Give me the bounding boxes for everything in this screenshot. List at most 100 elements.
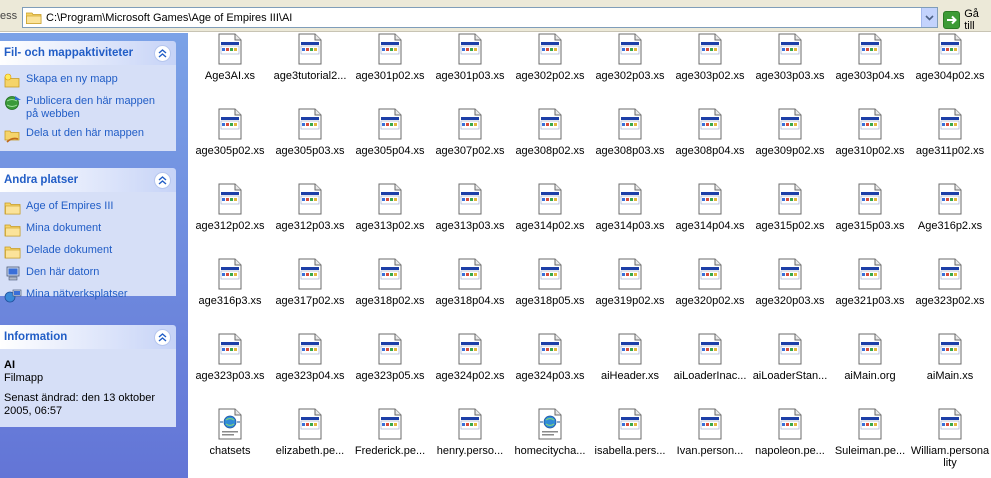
file-name: age323p04.xs [275, 370, 345, 382]
file-item[interactable]: age318p05.xs [510, 258, 590, 330]
file-item[interactable]: age304p02.xs [910, 33, 990, 105]
file-item[interactable]: age311p02.xs [910, 108, 990, 180]
file-item[interactable]: age313p02.xs [350, 183, 430, 255]
collapse-icon[interactable] [154, 328, 171, 346]
address-input[interactable]: C:\Program\Microsoft Games\Age of Empire… [22, 7, 938, 28]
task-publish-web[interactable]: Publicera den här mappen på webben [4, 95, 170, 121]
place-den-har-datorn[interactable]: Den här datorn [4, 266, 170, 282]
file-item[interactable]: Ivan.person... [670, 408, 750, 478]
file-item[interactable]: chatsets [190, 408, 270, 478]
xs-file-icon [854, 183, 886, 215]
file-item[interactable]: Age316p2.xs [910, 183, 990, 255]
file-item[interactable]: age315p02.xs [750, 183, 830, 255]
file-item[interactable]: age308p04.xs [670, 108, 750, 180]
xs-file-icon [614, 33, 646, 65]
folder-icon [4, 222, 22, 238]
file-item[interactable]: age303p02.xs [670, 33, 750, 105]
xs-file-icon [614, 183, 646, 215]
file-item[interactable]: age309p02.xs [750, 108, 830, 180]
file-item[interactable]: homecitycha... [510, 408, 590, 478]
file-item[interactable]: age308p02.xs [510, 108, 590, 180]
xs-file-icon [934, 183, 966, 215]
file-item[interactable]: age321p03.xs [830, 258, 910, 330]
file-tasks-header[interactable]: Fil- och mappaktiviteter [0, 41, 176, 65]
file-item[interactable]: age324p02.xs [430, 333, 510, 405]
folder-icon [4, 200, 22, 216]
file-item[interactable]: age324p03.xs [510, 333, 590, 405]
file-item[interactable]: age310p02.xs [830, 108, 910, 180]
file-item[interactable]: aiLoaderInac... [670, 333, 750, 405]
file-item[interactable]: napoleon.pe... [750, 408, 830, 478]
file-item[interactable]: age314p02.xs [510, 183, 590, 255]
file-item[interactable]: age3tutorial2... [270, 33, 350, 105]
file-item[interactable]: aiHeader.xs [590, 333, 670, 405]
file-item[interactable]: age320p02.xs [670, 258, 750, 330]
file-item[interactable]: age303p04.xs [830, 33, 910, 105]
collapse-icon[interactable] [154, 44, 171, 62]
information-header[interactable]: Information [0, 325, 176, 349]
xs-file-icon [454, 183, 486, 215]
file-item[interactable]: henry.perso... [430, 408, 510, 478]
file-name: age307p02.xs [435, 145, 505, 157]
xs-file-icon [214, 183, 246, 215]
file-item[interactable]: age323p04.xs [270, 333, 350, 405]
file-name: age308p04.xs [675, 145, 745, 157]
xs-file-icon [774, 408, 806, 440]
file-item[interactable]: elizabeth.pe... [270, 408, 350, 478]
xs-file-icon [214, 333, 246, 365]
file-item[interactable]: age301p02.xs [350, 33, 430, 105]
file-item[interactable]: Suleiman.pe... [830, 408, 910, 478]
xs-file-icon [854, 408, 886, 440]
file-item[interactable]: age317p02.xs [270, 258, 350, 330]
task-new-folder[interactable]: Skapa en ny mapp [4, 73, 170, 89]
file-item[interactable]: age316p3.xs [190, 258, 270, 330]
go-button[interactable]: Gå till [943, 8, 991, 32]
file-item[interactable]: age301p03.xs [430, 33, 510, 105]
file-item[interactable]: Age3AI.xs [190, 33, 270, 105]
file-item[interactable]: aiLoaderStan... [750, 333, 830, 405]
task-share-folder[interactable]: Dela ut den här mappen [4, 127, 170, 143]
file-item[interactable]: aiMain.org [830, 333, 910, 405]
file-item[interactable]: age320p03.xs [750, 258, 830, 330]
file-item[interactable]: age312p02.xs [190, 183, 270, 255]
collapse-icon[interactable] [154, 171, 171, 189]
file-item[interactable]: age305p02.xs [190, 108, 270, 180]
place-delade-dokument[interactable]: Delade dokument [4, 244, 170, 260]
file-item[interactable]: William.personality [910, 408, 990, 478]
file-item[interactable]: age305p03.xs [270, 108, 350, 180]
file-name: age303p02.xs [675, 70, 745, 82]
file-item[interactable]: age318p02.xs [350, 258, 430, 330]
file-item[interactable]: age323p02.xs [910, 258, 990, 330]
file-item[interactable]: aiMain.xs [910, 333, 990, 405]
file-item[interactable]: age302p02.xs [510, 33, 590, 105]
other-places-header[interactable]: Andra platser [0, 168, 176, 192]
file-name: age308p02.xs [515, 145, 585, 157]
file-item[interactable]: age307p02.xs [430, 108, 510, 180]
file-item[interactable]: age308p03.xs [590, 108, 670, 180]
file-item[interactable]: isabella.pers... [590, 408, 670, 478]
place-natverksplatser[interactable]: Mina nätverksplatser [4, 288, 170, 304]
file-item[interactable]: age314p04.xs [670, 183, 750, 255]
file-name: age310p02.xs [835, 145, 905, 157]
file-item[interactable]: age314p03.xs [590, 183, 670, 255]
file-name: Frederick.pe... [354, 445, 426, 457]
file-item[interactable]: age303p03.xs [750, 33, 830, 105]
file-item[interactable]: Frederick.pe... [350, 408, 430, 478]
place-age-of-empires[interactable]: Age of Empires III [4, 200, 170, 216]
file-name: age317p02.xs [275, 295, 345, 307]
file-item[interactable]: age323p05.xs [350, 333, 430, 405]
xs-file-icon [454, 408, 486, 440]
file-item[interactable]: age323p03.xs [190, 333, 270, 405]
address-dropdown-button[interactable] [921, 8, 937, 27]
file-item[interactable]: age315p03.xs [830, 183, 910, 255]
file-item[interactable]: age302p03.xs [590, 33, 670, 105]
file-item[interactable]: age318p04.xs [430, 258, 510, 330]
info-folder-name: AI [4, 359, 15, 371]
file-item[interactable]: age313p03.xs [430, 183, 510, 255]
file-item[interactable]: age312p03.xs [270, 183, 350, 255]
file-item[interactable]: age305p04.xs [350, 108, 430, 180]
place-mina-dokument[interactable]: Mina dokument [4, 222, 170, 238]
address-label: ess [0, 10, 18, 22]
xs-file-icon [534, 333, 566, 365]
file-item[interactable]: age319p02.xs [590, 258, 670, 330]
